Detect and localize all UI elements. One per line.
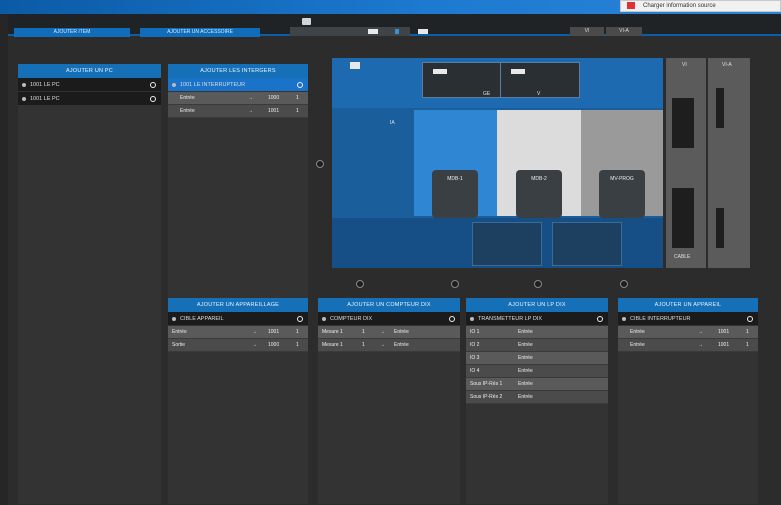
rack-column-vi-a[interactable]: VI-A [708, 58, 750, 268]
rack-view[interactable]: GE V IA MDB-1 MDB-2 MV-PROG [332, 58, 663, 268]
connector-node[interactable] [534, 280, 542, 288]
gear-icon[interactable] [297, 316, 303, 322]
connector-node[interactable] [620, 280, 628, 288]
status-dot-icon [172, 83, 176, 87]
status-dot-icon [622, 317, 626, 321]
status-dot-icon [470, 317, 474, 321]
tab-vi[interactable]: VI [570, 27, 604, 36]
rack-slot [672, 98, 694, 148]
pc-item[interactable]: 1001 LE PC [18, 92, 161, 106]
camera-icon[interactable] [302, 18, 311, 25]
pc-item[interactable]: 1001 LE PC [18, 78, 161, 92]
port-block [433, 69, 447, 74]
add-interrupteur-header[interactable]: AJOUTER LES INTERGERS [168, 64, 308, 78]
interrupteur-item[interactable]: 1001 LE INTERRUPTEUR [168, 78, 308, 92]
notification-text: Charger information source [643, 3, 716, 9]
appareillage-panel: AJOUTER UN APPAREILLAGE CIBLE APPAREIL E… [168, 298, 308, 504]
table-row[interactable]: Entrée → 1000 1 [168, 92, 308, 105]
module-mdb-2[interactable]: MDB-2 [516, 170, 562, 218]
compteur-panel: AJOUTER UN COMPTEUR DIX COMPTEUR DIX Mes… [318, 298, 460, 504]
add-pc-header[interactable]: AJOUTER UN PC [18, 64, 161, 78]
rack-slot [716, 88, 724, 128]
gear-icon[interactable] [747, 316, 753, 322]
tab-vi-a[interactable]: VI-A [606, 27, 642, 36]
table-row[interactable]: IO 2 Entrée [466, 339, 608, 352]
table-row[interactable]: Entrée → 1001 1 [618, 326, 758, 339]
lp-dix-panel: AJOUTER UN LP DIX TRANSMETTEUR LP DIX IO… [466, 298, 608, 504]
table-row[interactable]: Entrée → 1001 1 [618, 339, 758, 352]
pdf-icon [627, 1, 635, 9]
status-dot-icon [22, 83, 26, 87]
rack-slot [716, 208, 724, 248]
table-row[interactable]: IO 4 Entrée [466, 365, 608, 378]
table-row[interactable]: Sortie → 1000 1 [168, 339, 308, 352]
io-module[interactable] [472, 222, 542, 266]
compteur-item[interactable]: COMPTEUR DIX [318, 312, 460, 326]
notification-banner[interactable]: Charger information source [620, 0, 781, 12]
pc-panel: AJOUTER UN PC 1001 LE PC 1001 LE PC [18, 64, 161, 504]
status-dot-icon [22, 97, 26, 101]
status-dot-icon [172, 317, 176, 321]
add-lp-dix-header[interactable]: AJOUTER UN LP DIX [466, 298, 608, 312]
table-row[interactable]: IO 3 Entrée [466, 352, 608, 365]
table-row[interactable]: IO 1 Entrée [466, 326, 608, 339]
add-accessory-button[interactable]: AJOUTER UN ACCESSOIRE [140, 28, 260, 37]
appareil-panel: AJOUTER UN APPAREIL CIBLE INTERRUPTEUR E… [618, 298, 758, 504]
add-item-button[interactable]: AJOUTER ITEM [14, 28, 130, 37]
table-row[interactable]: Entrée → 1001 1 [168, 326, 308, 339]
module-mv-prog[interactable]: MV-PROG [599, 170, 645, 218]
table-row[interactable]: Mesure 1 1 → Entrée [318, 339, 460, 352]
connector-node[interactable] [356, 280, 364, 288]
table-row[interactable]: Mesure 1 1 → Entrée [318, 326, 460, 339]
toolbar-strip [290, 27, 410, 36]
table-row[interactable]: Sous IP-Rés 1 Entrée [466, 378, 608, 391]
gear-icon[interactable] [150, 82, 156, 88]
gear-icon[interactable] [297, 82, 303, 88]
connector-node[interactable] [316, 160, 324, 168]
lp-dix-item[interactable]: TRANSMETTEUR LP DIX [466, 312, 608, 326]
table-row[interactable]: Sous IP-Rés 2 Entrée [466, 391, 608, 404]
gear-icon[interactable] [597, 316, 603, 322]
io-module-2[interactable] [552, 222, 622, 266]
switch-module[interactable]: GE [422, 62, 502, 98]
camera-icon[interactable] [350, 62, 360, 69]
add-appareillage-header[interactable]: AJOUTER UN APPAREILLAGE [168, 298, 308, 312]
connector-node[interactable] [451, 280, 459, 288]
add-compteur-header[interactable]: AJOUTER UN COMPTEUR DIX [318, 298, 460, 312]
rack-column-vi[interactable]: VI CABLE [666, 58, 706, 268]
table-row[interactable]: Entrée → 1001 1 [168, 105, 308, 118]
switch-module-2[interactable]: V [500, 62, 580, 98]
toolbar-grid-icon[interactable] [368, 29, 378, 34]
port-block [511, 69, 525, 74]
toolbar-marker-icon [395, 29, 399, 34]
appareil-item[interactable]: CIBLE INTERRUPTEUR [618, 312, 758, 326]
toolbar-module-icon[interactable] [418, 29, 428, 34]
gear-icon[interactable] [150, 96, 156, 102]
add-appareil-header[interactable]: AJOUTER UN APPAREIL [618, 298, 758, 312]
appareillage-item[interactable]: CIBLE APPAREIL [168, 312, 308, 326]
gear-icon[interactable] [449, 316, 455, 322]
module-mdb-1[interactable]: MDB-1 [432, 170, 478, 218]
rack-slot [672, 188, 694, 248]
status-dot-icon [322, 317, 326, 321]
